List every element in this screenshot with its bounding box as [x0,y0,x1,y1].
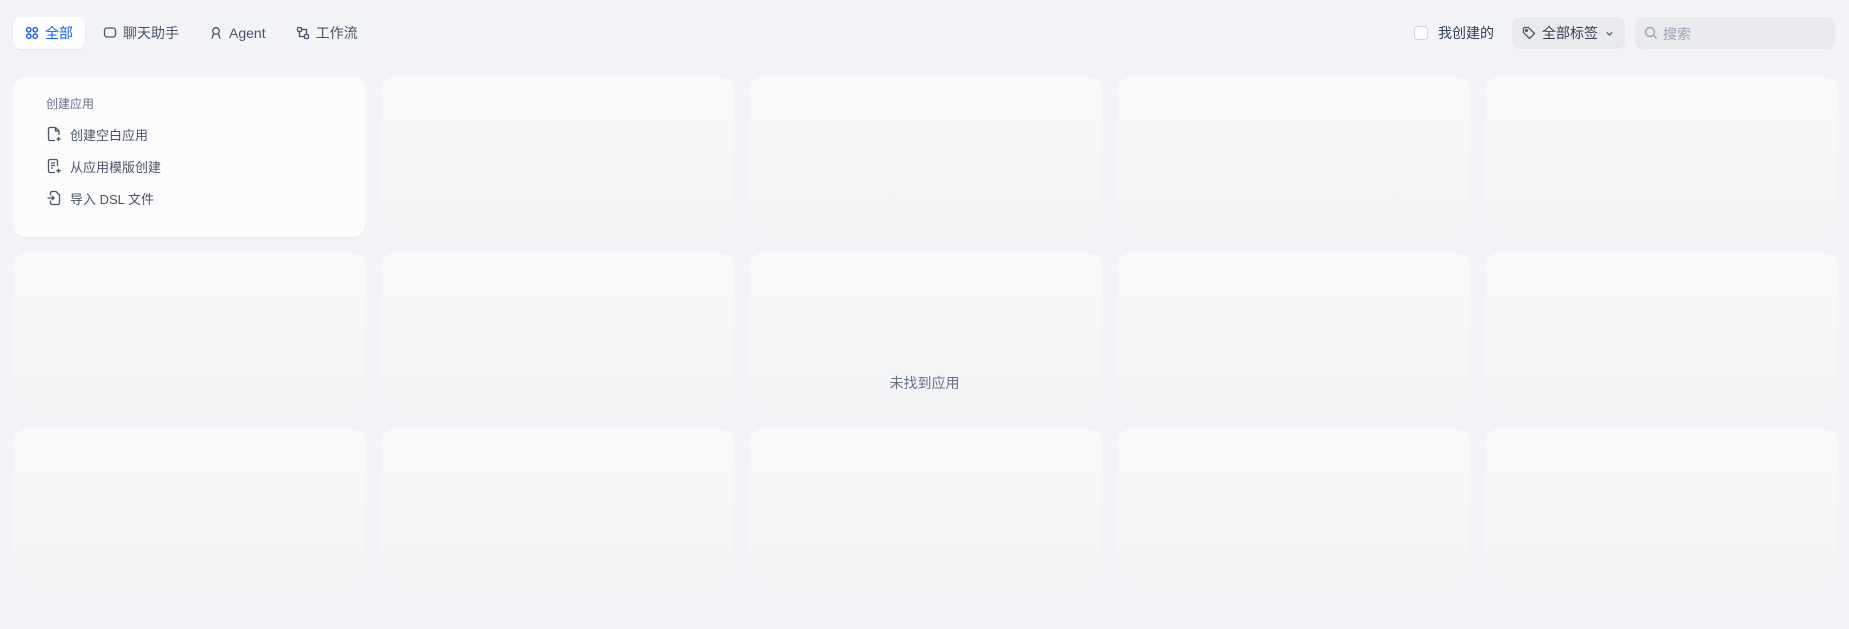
agent-icon [211,27,221,39]
placeholder-card [1117,77,1469,237]
search-box [1635,17,1835,51]
placeholder-card [749,77,1101,237]
create-blank-app-button[interactable]: 创建空白应用 [46,120,345,148]
create-app-title: 创建应用 [46,97,95,111]
import-icon [47,190,61,206]
tab-agent[interactable]: Agent [197,17,278,49]
placeholder-card [1117,429,1469,589]
create-app-card: 创建应用 创建空白应用 从应用模版创建 导入 DSL 文件 [13,77,365,237]
search-icon [1644,26,1657,39]
workflow-icon [296,26,309,40]
created-by-me-label: 我创建的 [1438,25,1494,41]
empty-state-message: 未找到应用 [889,375,960,391]
chat-icon [103,27,117,38]
created-by-me-checkbox[interactable] [1414,26,1428,40]
tag-filter-label: 全部标签 [1542,25,1598,41]
import-dsl-button[interactable]: 导入 DSL 文件 [46,184,345,212]
filter-toolbar: 我创建的 全部标签 [1406,17,1835,51]
grid-icon [25,26,39,40]
create-blank-app-label: 创建空白应用 [70,127,149,143]
file-plus-icon [47,126,61,142]
placeholder-card [381,429,733,589]
app-type-tabs: 全部 聊天助手 Agent 工作流 [13,17,370,49]
tab-all[interactable]: 全部 [13,17,85,49]
tag-icon [1522,26,1536,40]
tag-filter-dropdown[interactable]: 全部标签 [1512,17,1625,49]
chevron-down-icon [1606,31,1613,36]
create-from-template-button[interactable]: 从应用模版创建 [46,152,345,180]
tab-chat-assistant[interactable]: 聊天助手 [91,17,191,49]
search-input[interactable] [1661,17,1830,51]
import-dsl-label: 导入 DSL 文件 [70,191,155,207]
tab-workflow[interactable]: 工作流 [284,17,370,49]
placeholder-card [749,429,1101,589]
placeholder-card [1485,77,1837,237]
placeholder-card [1485,429,1837,589]
placeholder-card [13,429,365,589]
app-list-page: 全部 聊天助手 Agent 工作流 我创建的 全部标签 搜索 创建应用 创建空白… [0,0,1849,629]
tab-label: 工作流 [315,25,358,41]
tab-label: 全部 [45,25,73,41]
placeholder-card [381,77,733,237]
template-icon [47,158,61,174]
tab-label: 聊天助手 [123,25,179,41]
app-card-grid: 创建应用 创建空白应用 从应用模版创建 导入 DSL 文件 [13,77,1837,589]
created-by-me-filter[interactable]: 我创建的 [1406,17,1502,49]
tab-label: Agent [229,25,266,41]
create-from-template-label: 从应用模版创建 [70,159,162,175]
